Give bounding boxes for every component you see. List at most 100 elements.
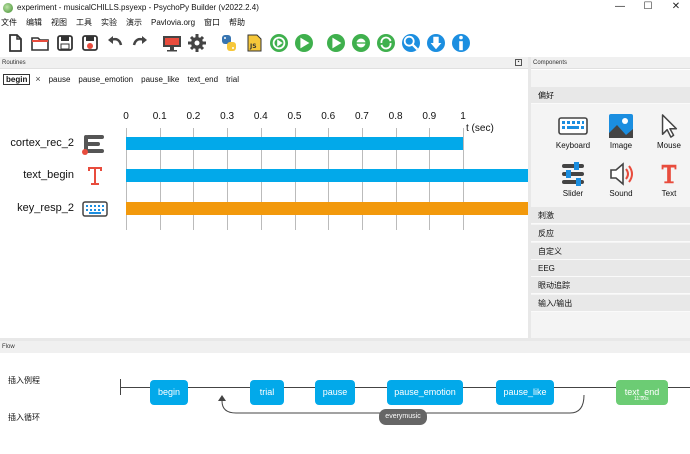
play-button[interactable] <box>294 33 314 53</box>
component-text[interactable]: Text <box>647 159 690 205</box>
flow-pane-header: Flow <box>0 341 690 353</box>
flow-node-text-end[interactable]: text_end 11.00s <box>616 380 668 405</box>
axis-tick-label: 0 <box>123 111 129 122</box>
sync-icon <box>377 34 395 52</box>
component-image[interactable]: Image <box>599 111 643 157</box>
menu-experiment[interactable]: 实验 <box>101 17 117 28</box>
undo-icon <box>108 36 123 46</box>
menu-file[interactable]: 文件 <box>1 17 17 28</box>
text-icon[interactable] <box>82 166 108 186</box>
svg-text:JS: JS <box>249 43 257 50</box>
axis-tick-label: 0.2 <box>186 111 201 122</box>
axis-tick-label: 0.3 <box>220 111 235 122</box>
axis-tick-label: 0.5 <box>287 111 302 122</box>
compile-python-button[interactable] <box>219 33 239 53</box>
component-label[interactable]: text_begin <box>0 169 74 181</box>
menu-view[interactable]: 视图 <box>51 17 67 28</box>
monitor-icon <box>163 36 181 52</box>
new-file-button[interactable] <box>5 33 25 53</box>
tab-trial[interactable]: trial <box>226 75 239 84</box>
close-window-button[interactable]: ✕ <box>662 0 690 15</box>
download-button[interactable] <box>426 33 446 53</box>
tab-pause[interactable]: pause <box>49 75 71 84</box>
category-favorites[interactable]: 偏好 <box>531 87 690 104</box>
component-keyboard[interactable]: Keyboard <box>551 111 595 157</box>
python-icon <box>222 35 236 51</box>
close-pane-icon[interactable]: ▪ <box>515 59 522 66</box>
component-mouse[interactable]: Mouse <box>647 111 690 157</box>
cortex-icon[interactable] <box>82 134 108 155</box>
components-pane-header: Components <box>531 57 690 69</box>
new-file-icon <box>9 34 22 52</box>
menu-help[interactable]: 帮助 <box>229 17 245 28</box>
menu-demos[interactable]: 演示 <box>126 17 142 28</box>
run-online-icon <box>327 34 345 52</box>
category-eeg[interactable]: EEG <box>531 260 690 277</box>
play-icon <box>295 34 313 52</box>
slider-icon <box>551 159 595 189</box>
keyboard-icon <box>551 111 595 141</box>
search-projects-button[interactable] <box>401 33 421 53</box>
run-experiment-button[interactable] <box>269 33 289 53</box>
components-header-label: Components <box>533 60 568 66</box>
flow-node-pause-like[interactable]: pause_like <box>496 380 554 405</box>
routine-tabs: begin × pause pause_emotion pause_like t… <box>0 71 528 87</box>
info-icon <box>452 34 470 52</box>
menu-edit[interactable]: 编辑 <box>26 17 42 28</box>
flow-node-begin[interactable]: begin <box>150 380 188 405</box>
loop-everymusic[interactable]: everymusic <box>379 409 427 425</box>
maximize-button[interactable]: ☐ <box>634 0 662 15</box>
component-label[interactable]: cortex_rec_2 <box>0 137 74 149</box>
globe-bug-icon <box>352 34 370 52</box>
text-icon <box>647 159 690 189</box>
pilot-online-button[interactable] <box>351 33 371 53</box>
component-sound[interactable]: Sound <box>599 159 643 205</box>
axis-unit-label: t (sec) <box>466 123 494 134</box>
info-button[interactable] <box>451 33 471 53</box>
window-title: experiment - musicalCHILLS.psyexp - Psyc… <box>17 3 259 12</box>
experiment-settings-button[interactable] <box>187 33 207 53</box>
open-button[interactable] <box>30 33 50 53</box>
run-icon <box>270 34 288 52</box>
menu-window[interactable]: 窗口 <box>204 17 220 28</box>
category-eyetracking[interactable]: 眼动追踪 <box>531 277 690 294</box>
component-slider[interactable]: Slider <box>551 159 595 205</box>
save-button[interactable] <box>55 33 75 53</box>
tab-begin[interactable]: begin <box>3 73 31 85</box>
undo-button[interactable] <box>105 33 125 53</box>
save-as-button[interactable] <box>80 33 100 53</box>
category-custom[interactable]: 自定义 <box>531 243 690 260</box>
components-panel: 偏好 Keyboard Image Mouse Slider Sound Tex… <box>531 70 690 338</box>
psychopy-logo-icon <box>3 2 13 13</box>
keyboard-icon[interactable] <box>82 199 108 219</box>
category-responses[interactable]: 反应 <box>531 225 690 242</box>
menu-bar: 文件 编辑 视图 工具 实验 演示 Pavlovia.org 窗口 帮助 <box>0 15 690 29</box>
tab-text-end[interactable]: text_end <box>187 75 218 84</box>
category-io[interactable]: 输入/输出 <box>531 295 690 312</box>
routines-header-label: Routines <box>2 60 26 66</box>
tab-pause-like[interactable]: pause_like <box>141 75 179 84</box>
flow-node-trial[interactable]: trial <box>250 380 284 405</box>
monitor-center-button[interactable] <box>162 33 182 53</box>
sync-button[interactable] <box>376 33 396 53</box>
compile-js-button[interactable]: JS <box>244 33 264 53</box>
gear-icon <box>188 34 206 52</box>
tab-pause-emotion[interactable]: pause_emotion <box>78 75 133 84</box>
axis-tick-label: 0.1 <box>152 111 167 122</box>
menu-tools[interactable]: 工具 <box>76 17 92 28</box>
axis-tick-label: 0.7 <box>354 111 369 122</box>
flow-node-pause-emotion[interactable]: pause_emotion <box>387 380 463 405</box>
flow-node-pause[interactable]: pause <box>315 380 355 405</box>
component-label[interactable]: key_resp_2 <box>0 202 74 214</box>
component-bar-text_begin[interactable] <box>126 169 528 182</box>
toolbar: JS <box>0 29 690 57</box>
category-stimuli[interactable]: 刺激 <box>531 207 690 224</box>
run-online-button[interactable] <box>326 33 346 53</box>
close-tab-icon[interactable]: × <box>35 74 40 84</box>
redo-button[interactable] <box>130 33 150 53</box>
menu-pavlovia[interactable]: Pavlovia.org <box>151 18 195 27</box>
image-icon <box>599 111 643 141</box>
minimize-button[interactable]: — <box>606 0 634 15</box>
component-bar-cortex_rec_2[interactable] <box>126 137 463 150</box>
component-bar-key_resp_2[interactable] <box>126 202 528 215</box>
